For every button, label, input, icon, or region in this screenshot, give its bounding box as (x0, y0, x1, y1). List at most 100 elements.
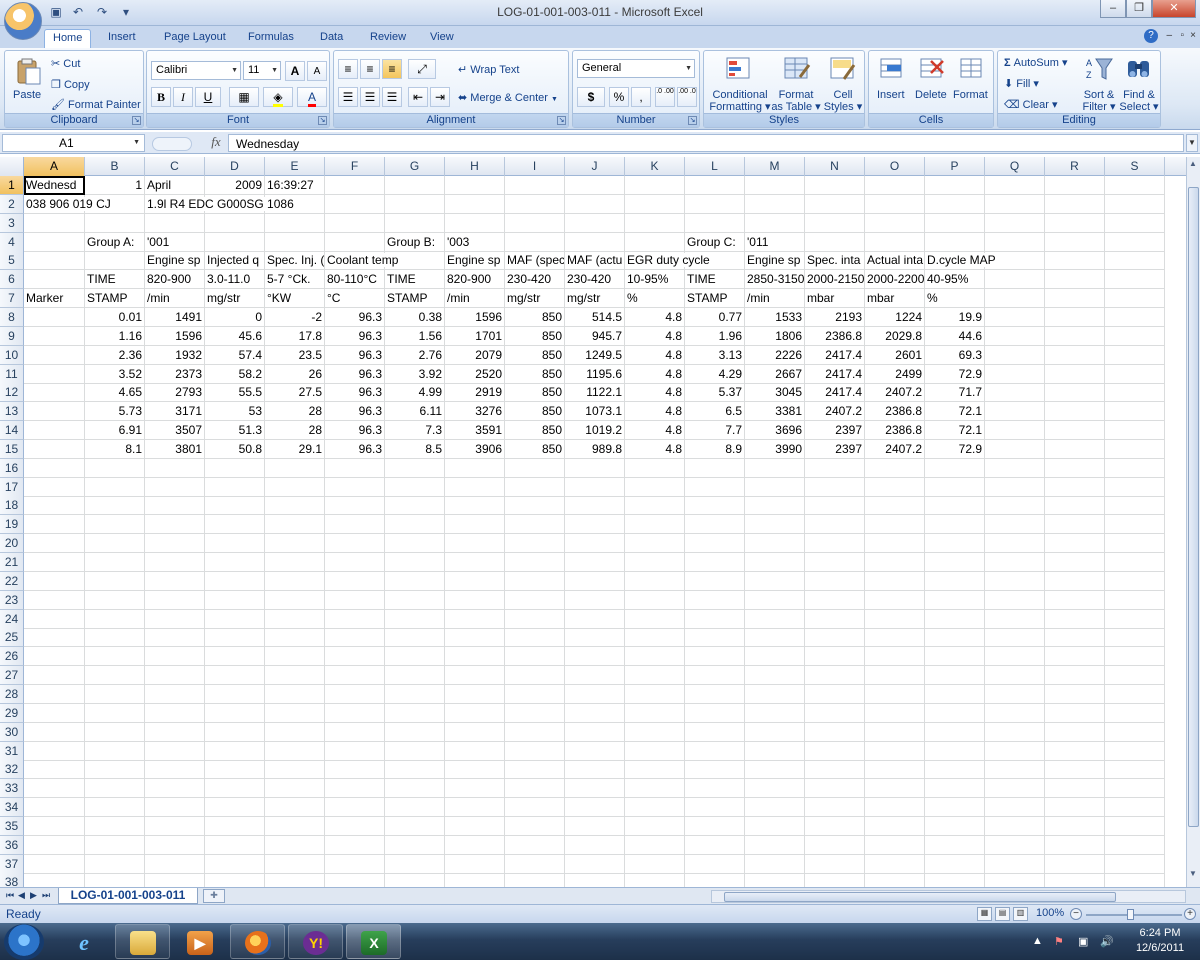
cell-q8[interactable] (985, 307, 1045, 327)
cell-o34[interactable] (865, 798, 925, 818)
cell-r24[interactable] (1045, 609, 1105, 629)
tab-home[interactable]: Home (44, 29, 92, 48)
cell-e20[interactable] (265, 534, 325, 554)
worksheet-grid[interactable]: ABCDEFGHIJKLMNOPQRS 1 2 3 4 5 6 7 8 9 10 11 12 13 14 1… (0, 157, 1186, 887)
autosum-button[interactable]: Σ AutoSum ▾ (1004, 56, 1068, 69)
cell-e31[interactable] (265, 741, 325, 761)
cell-e7[interactable]: °KW (265, 289, 325, 309)
cell-r36[interactable] (1045, 835, 1105, 855)
cell-c23[interactable] (145, 590, 205, 610)
column-header-c[interactable]: C (145, 157, 205, 176)
cell-l29[interactable] (685, 703, 745, 723)
clipboard-dialog-launcher[interactable]: ↘ (132, 116, 141, 125)
cell-s32[interactable] (1105, 760, 1165, 780)
cell-d5[interactable]: Injected q (205, 251, 265, 271)
cell-g24[interactable] (385, 609, 445, 629)
cell-a20[interactable] (24, 534, 85, 554)
cell-e3[interactable] (265, 213, 325, 233)
column-header-m[interactable]: M (745, 157, 805, 176)
cell-h5[interactable]: Engine sp (445, 251, 505, 271)
cell-j35[interactable] (565, 816, 625, 836)
cell-o19[interactable] (865, 515, 925, 535)
cell-b12[interactable]: 4.65 (85, 383, 145, 403)
cell-o25[interactable] (865, 628, 925, 648)
cell-i35[interactable] (505, 816, 565, 836)
cell-m15[interactable]: 3990 (745, 439, 805, 459)
cell-q9[interactable] (985, 326, 1045, 346)
cell-g28[interactable] (385, 684, 445, 704)
cell-h34[interactable] (445, 798, 505, 818)
cell-d4[interactable] (205, 232, 265, 252)
cell-k18[interactable] (625, 496, 685, 516)
cell-m37[interactable] (745, 854, 805, 874)
paste-button[interactable]: Paste (13, 89, 41, 101)
cell-r17[interactable] (1045, 477, 1105, 497)
cell-i9[interactable]: 850 (505, 326, 565, 346)
cell-s23[interactable] (1105, 590, 1165, 610)
close-button[interactable]: ✕ (1152, 0, 1196, 18)
cell-m10[interactable]: 2226 (745, 345, 805, 365)
cell-r9[interactable] (1045, 326, 1105, 346)
cell-g23[interactable] (385, 590, 445, 610)
cell-n32[interactable] (805, 760, 865, 780)
cell-p18[interactable] (925, 496, 985, 516)
cell-f19[interactable] (325, 515, 385, 535)
cell-k2[interactable] (625, 194, 685, 214)
cell-k14[interactable]: 4.8 (625, 421, 685, 441)
cell-o22[interactable] (865, 571, 925, 591)
cell-f12[interactable]: 96.3 (325, 383, 385, 403)
cell-k6[interactable]: 10-95% (625, 270, 685, 290)
cell-h24[interactable] (445, 609, 505, 629)
cell-q34[interactable] (985, 798, 1045, 818)
cell-j27[interactable] (565, 666, 625, 686)
cell-j23[interactable] (565, 590, 625, 610)
cell-r8[interactable] (1045, 307, 1105, 327)
cell-p8[interactable]: 19.9 (925, 307, 985, 327)
cell-p10[interactable]: 69.3 (925, 345, 985, 365)
cell-r33[interactable] (1045, 779, 1105, 799)
cell-e19[interactable] (265, 515, 325, 535)
cell-n5[interactable]: Spec. inta (805, 251, 865, 271)
cell-l16[interactable] (685, 458, 745, 478)
cell-f16[interactable] (325, 458, 385, 478)
cell-q29[interactable] (985, 703, 1045, 723)
cell-e37[interactable] (265, 854, 325, 874)
cell-b11[interactable]: 3.52 (85, 364, 145, 384)
cell-e9[interactable]: 17.8 (265, 326, 325, 346)
cell-f37[interactable] (325, 854, 385, 874)
sort-filter-button[interactable]: Sort & Filter ▾ (1080, 89, 1118, 113)
cell-b14[interactable]: 6.91 (85, 421, 145, 441)
cell-c26[interactable] (145, 647, 205, 667)
cell-s11[interactable] (1105, 364, 1165, 384)
cell-n16[interactable] (805, 458, 865, 478)
cell-d11[interactable]: 58.2 (205, 364, 265, 384)
cell-n31[interactable] (805, 741, 865, 761)
column-header-e[interactable]: E (265, 157, 325, 176)
cell-c36[interactable] (145, 835, 205, 855)
cell-n15[interactable]: 2397 (805, 439, 865, 459)
cell-c15[interactable]: 3801 (145, 439, 205, 459)
cell-a16[interactable] (24, 458, 85, 478)
cell-a36[interactable] (24, 835, 85, 855)
cell-a28[interactable] (24, 684, 85, 704)
cell-n22[interactable] (805, 571, 865, 591)
cell-o26[interactable] (865, 647, 925, 667)
cell-q36[interactable] (985, 835, 1045, 855)
cell-i24[interactable] (505, 609, 565, 629)
taskbar-media-player[interactable]: ▶ (172, 924, 227, 959)
cell-s9[interactable] (1105, 326, 1165, 346)
cell-a26[interactable] (24, 647, 85, 667)
cell-p23[interactable] (925, 590, 985, 610)
row-header-5[interactable]: 5 (0, 251, 24, 271)
cell-c32[interactable] (145, 760, 205, 780)
row-header-10[interactable]: 10 (0, 345, 24, 365)
cell-e1[interactable]: 16:39:27 (265, 176, 325, 195)
cell-h7[interactable]: /min (445, 289, 505, 309)
cell-a6[interactable] (24, 270, 85, 290)
row-header-13[interactable]: 13 (0, 402, 24, 422)
increase-decimal-button[interactable]: .0 .00 (655, 87, 675, 107)
cell-m23[interactable] (745, 590, 805, 610)
cell-p35[interactable] (925, 816, 985, 836)
shrink-font-button[interactable]: A (307, 61, 327, 81)
cell-i22[interactable] (505, 571, 565, 591)
